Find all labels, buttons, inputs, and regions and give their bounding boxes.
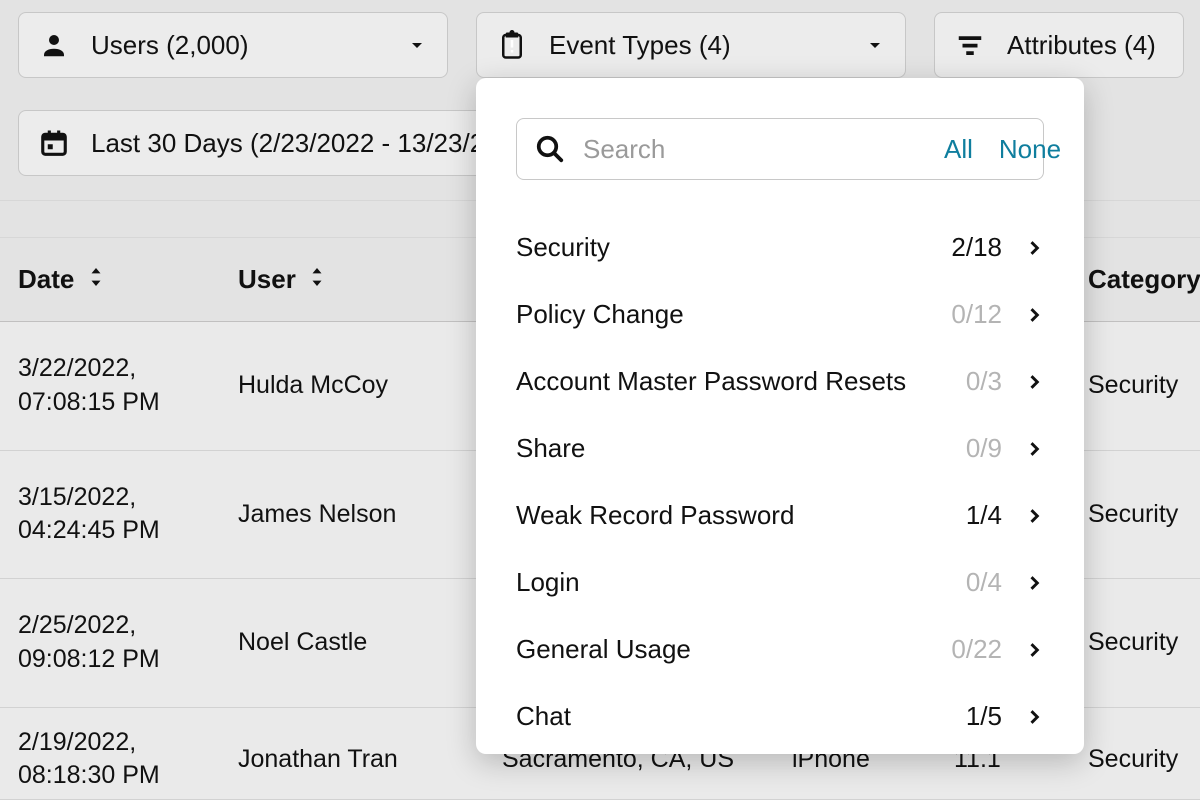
category-label: Share [516,433,585,464]
dropdown-search-input[interactable] [583,134,918,165]
event-type-category-item[interactable]: Login 0/4 [516,549,1044,616]
event-type-category-item[interactable]: Weak Record Password 1/4 [516,482,1044,549]
attributes-filter-button[interactable]: Attributes (4) [934,12,1184,78]
cell-category: Security [1088,726,1200,794]
event-types-filter-label: Event Types (4) [549,30,731,61]
chevron-right-icon [1024,238,1044,258]
category-label: General Usage [516,634,691,665]
select-none-link[interactable]: None [999,134,1061,165]
category-count: 0/4 [966,567,1002,598]
category-label: Weak Record Password [516,500,794,531]
cell-category: Security [1088,481,1200,549]
category-count: 0/22 [951,634,1002,665]
cell-user: Noel Castle [238,609,502,677]
category-label: Login [516,567,580,598]
header-date-label: Date [18,264,74,294]
event-type-category-item[interactable]: Share 0/9 [516,415,1044,482]
select-all-link[interactable]: All [944,134,973,165]
cell-date: 3/22/2022,07:08:15 PM [0,352,238,420]
users-filter-button[interactable]: Users (2,000) [18,12,448,78]
category-count: 1/4 [966,500,1002,531]
cell-category: Security [1088,609,1200,677]
user-icon [37,28,71,62]
header-user[interactable]: User [238,264,502,295]
header-user-label: User [238,264,296,294]
sort-icon [311,268,323,286]
cell-date: 3/15/2022,04:24:45 PM [0,481,238,549]
chevron-right-icon [1024,506,1044,526]
event-type-category-item[interactable]: General Usage 0/22 [516,616,1044,683]
event-type-category-item[interactable]: Chat 1/5 [516,683,1044,750]
dropdown-search-wrap: All None [516,118,1044,180]
caret-down-icon [405,33,429,57]
cell-date: 2/19/2022,08:18:30 PM [0,726,238,794]
date-range-label: Last 30 Days (2/23/2022 - 13/23/2 [91,128,484,159]
sort-icon [90,268,102,286]
event-types-filter-button[interactable]: Event Types (4) [476,12,906,78]
chevron-right-icon [1024,372,1044,392]
users-filter-label: Users (2,000) [91,30,249,61]
category-count: 0/9 [966,433,1002,464]
category-count: 2/18 [951,232,1002,263]
search-icon [535,134,565,164]
header-category[interactable]: Category [1088,264,1200,295]
category-label: Chat [516,701,571,732]
category-count: 0/3 [966,366,1002,397]
chevron-right-icon [1024,640,1044,660]
caret-down-icon [863,33,887,57]
chevron-right-icon [1024,439,1044,459]
filter-bar-row-1: Users (2,000) Event Types (4) Attributes… [0,0,1200,82]
category-label: Account Master Password Resets [516,366,906,397]
date-range-filter-button[interactable]: Last 30 Days (2/23/2022 - 13/23/2 [18,110,503,176]
filter-icon [953,28,987,62]
cell-user: Jonathan Tran [238,726,502,794]
chevron-right-icon [1024,573,1044,593]
cell-user: Hulda McCoy [238,352,502,420]
event-type-category-item[interactable]: Security 2/18 [516,214,1044,281]
chevron-right-icon [1024,305,1044,325]
event-type-category-item[interactable]: Account Master Password Resets 0/3 [516,348,1044,415]
event-type-category-list: Security 2/18 Policy Change 0/12 Account… [516,214,1044,750]
header-category-label: Category [1088,264,1200,294]
attributes-filter-label: Attributes (4) [1007,30,1156,61]
header-date[interactable]: Date [0,264,238,295]
cell-category: Security [1088,352,1200,420]
cell-user: James Nelson [238,481,502,549]
event-type-category-item[interactable]: Policy Change 0/12 [516,281,1044,348]
category-count: 0/12 [951,299,1002,330]
calendar-icon [37,126,71,160]
category-label: Security [516,232,610,263]
chevron-right-icon [1024,707,1044,727]
cell-date: 2/25/2022,09:08:12 PM [0,609,238,677]
category-count: 1/5 [966,701,1002,732]
clipboard-alert-icon [495,28,529,62]
category-label: Policy Change [516,299,684,330]
event-types-dropdown-panel: All None Security 2/18 Policy Change 0/1… [476,78,1084,754]
